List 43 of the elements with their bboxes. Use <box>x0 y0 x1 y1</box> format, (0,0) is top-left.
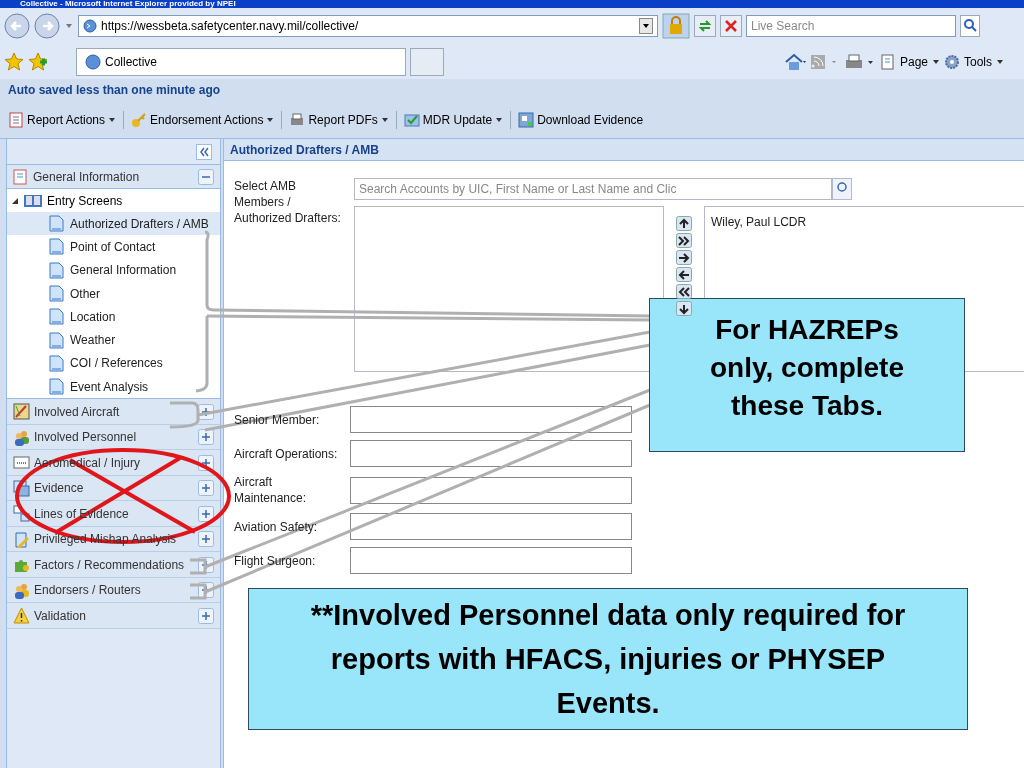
account-search-field[interactable]: Search Accounts by UIC, First Name or Last Name and Clic <box>354 178 832 200</box>
toolbar-button[interactable]: Endorsement Actions <box>127 107 279 132</box>
panel-title: Factors / Recommendations <box>34 556 185 574</box>
tree-item[interactable]: Location <box>7 305 220 329</box>
panel-title: General Information <box>33 168 141 186</box>
callout-tooltip: For HAZREPs only, complete these Tabs. <box>649 298 965 452</box>
toolbar-button[interactable]: Report PDFs <box>285 107 393 132</box>
panel-title: Involved Personnel <box>34 429 137 447</box>
callout-tooltip: **Involved Personnel data only required for reports with HFACS, injuries or PHYSEP Events. <box>248 588 968 730</box>
panel-title: Validation <box>34 607 86 625</box>
browser-tab[interactable]: Collective <box>76 47 406 76</box>
toolbar-button[interactable]: Download Evidence <box>514 107 648 132</box>
search-field[interactable]: Live Search <box>746 15 956 37</box>
panel-title: Endorsers / Routers <box>34 582 141 600</box>
tree-item[interactable]: Point of Contact <box>7 235 220 259</box>
command-button[interactable]: Tools <box>944 52 1004 71</box>
field-label: Flight Surgeon: <box>234 552 316 569</box>
field-label: Select AMB Members / Authorized Drafters: <box>234 178 342 227</box>
panel-title: Evidence <box>34 480 84 498</box>
tree-item[interactable]: Other <box>7 281 220 306</box>
list-item[interactable]: Wiley, Paul LCDR <box>711 213 1024 231</box>
tree-item[interactable]: General Information <box>7 258 220 282</box>
content-title: Authorized Drafters / AMB <box>230 141 379 159</box>
tree-item[interactable]: Entry Screens <box>7 189 220 212</box>
tree-item[interactable]: Weather <box>7 328 220 352</box>
field-label: Aircraft Operations: <box>234 445 338 462</box>
panel-header[interactable]: Validation <box>7 603 220 629</box>
field-label: Aircraft Maintenance: <box>234 474 308 506</box>
panel-header[interactable]: Factors / Recommendations <box>7 552 220 578</box>
field-label: Senior Member: <box>234 411 320 428</box>
autosave-status: Auto saved less than one minute ago <box>8 82 221 99</box>
toolbar-button[interactable]: Report Actions <box>4 107 121 132</box>
tree-item[interactable]: Authorized Drafters / AMB <box>7 212 220 236</box>
panel-header[interactable]: General Information <box>7 165 220 189</box>
field-label: Aviation Safety: <box>234 518 318 535</box>
toolbar-button[interactable]: MDR Update <box>399 107 508 132</box>
window-title: Collective - Microsoft Internet Explorer provided by NPEI <box>19 0 236 8</box>
panel-title: Involved Aircraft <box>34 403 120 421</box>
panel-header[interactable]: Involved Aircraft <box>7 399 220 425</box>
tree-item[interactable]: COI / References <box>7 351 220 376</box>
tree-item[interactable]: Event Analysis <box>7 375 220 399</box>
command-button[interactable]: Page <box>879 52 940 71</box>
address-field[interactable]: https://wessbeta.safetycenter.navy.mil/collective/ <box>78 15 658 37</box>
